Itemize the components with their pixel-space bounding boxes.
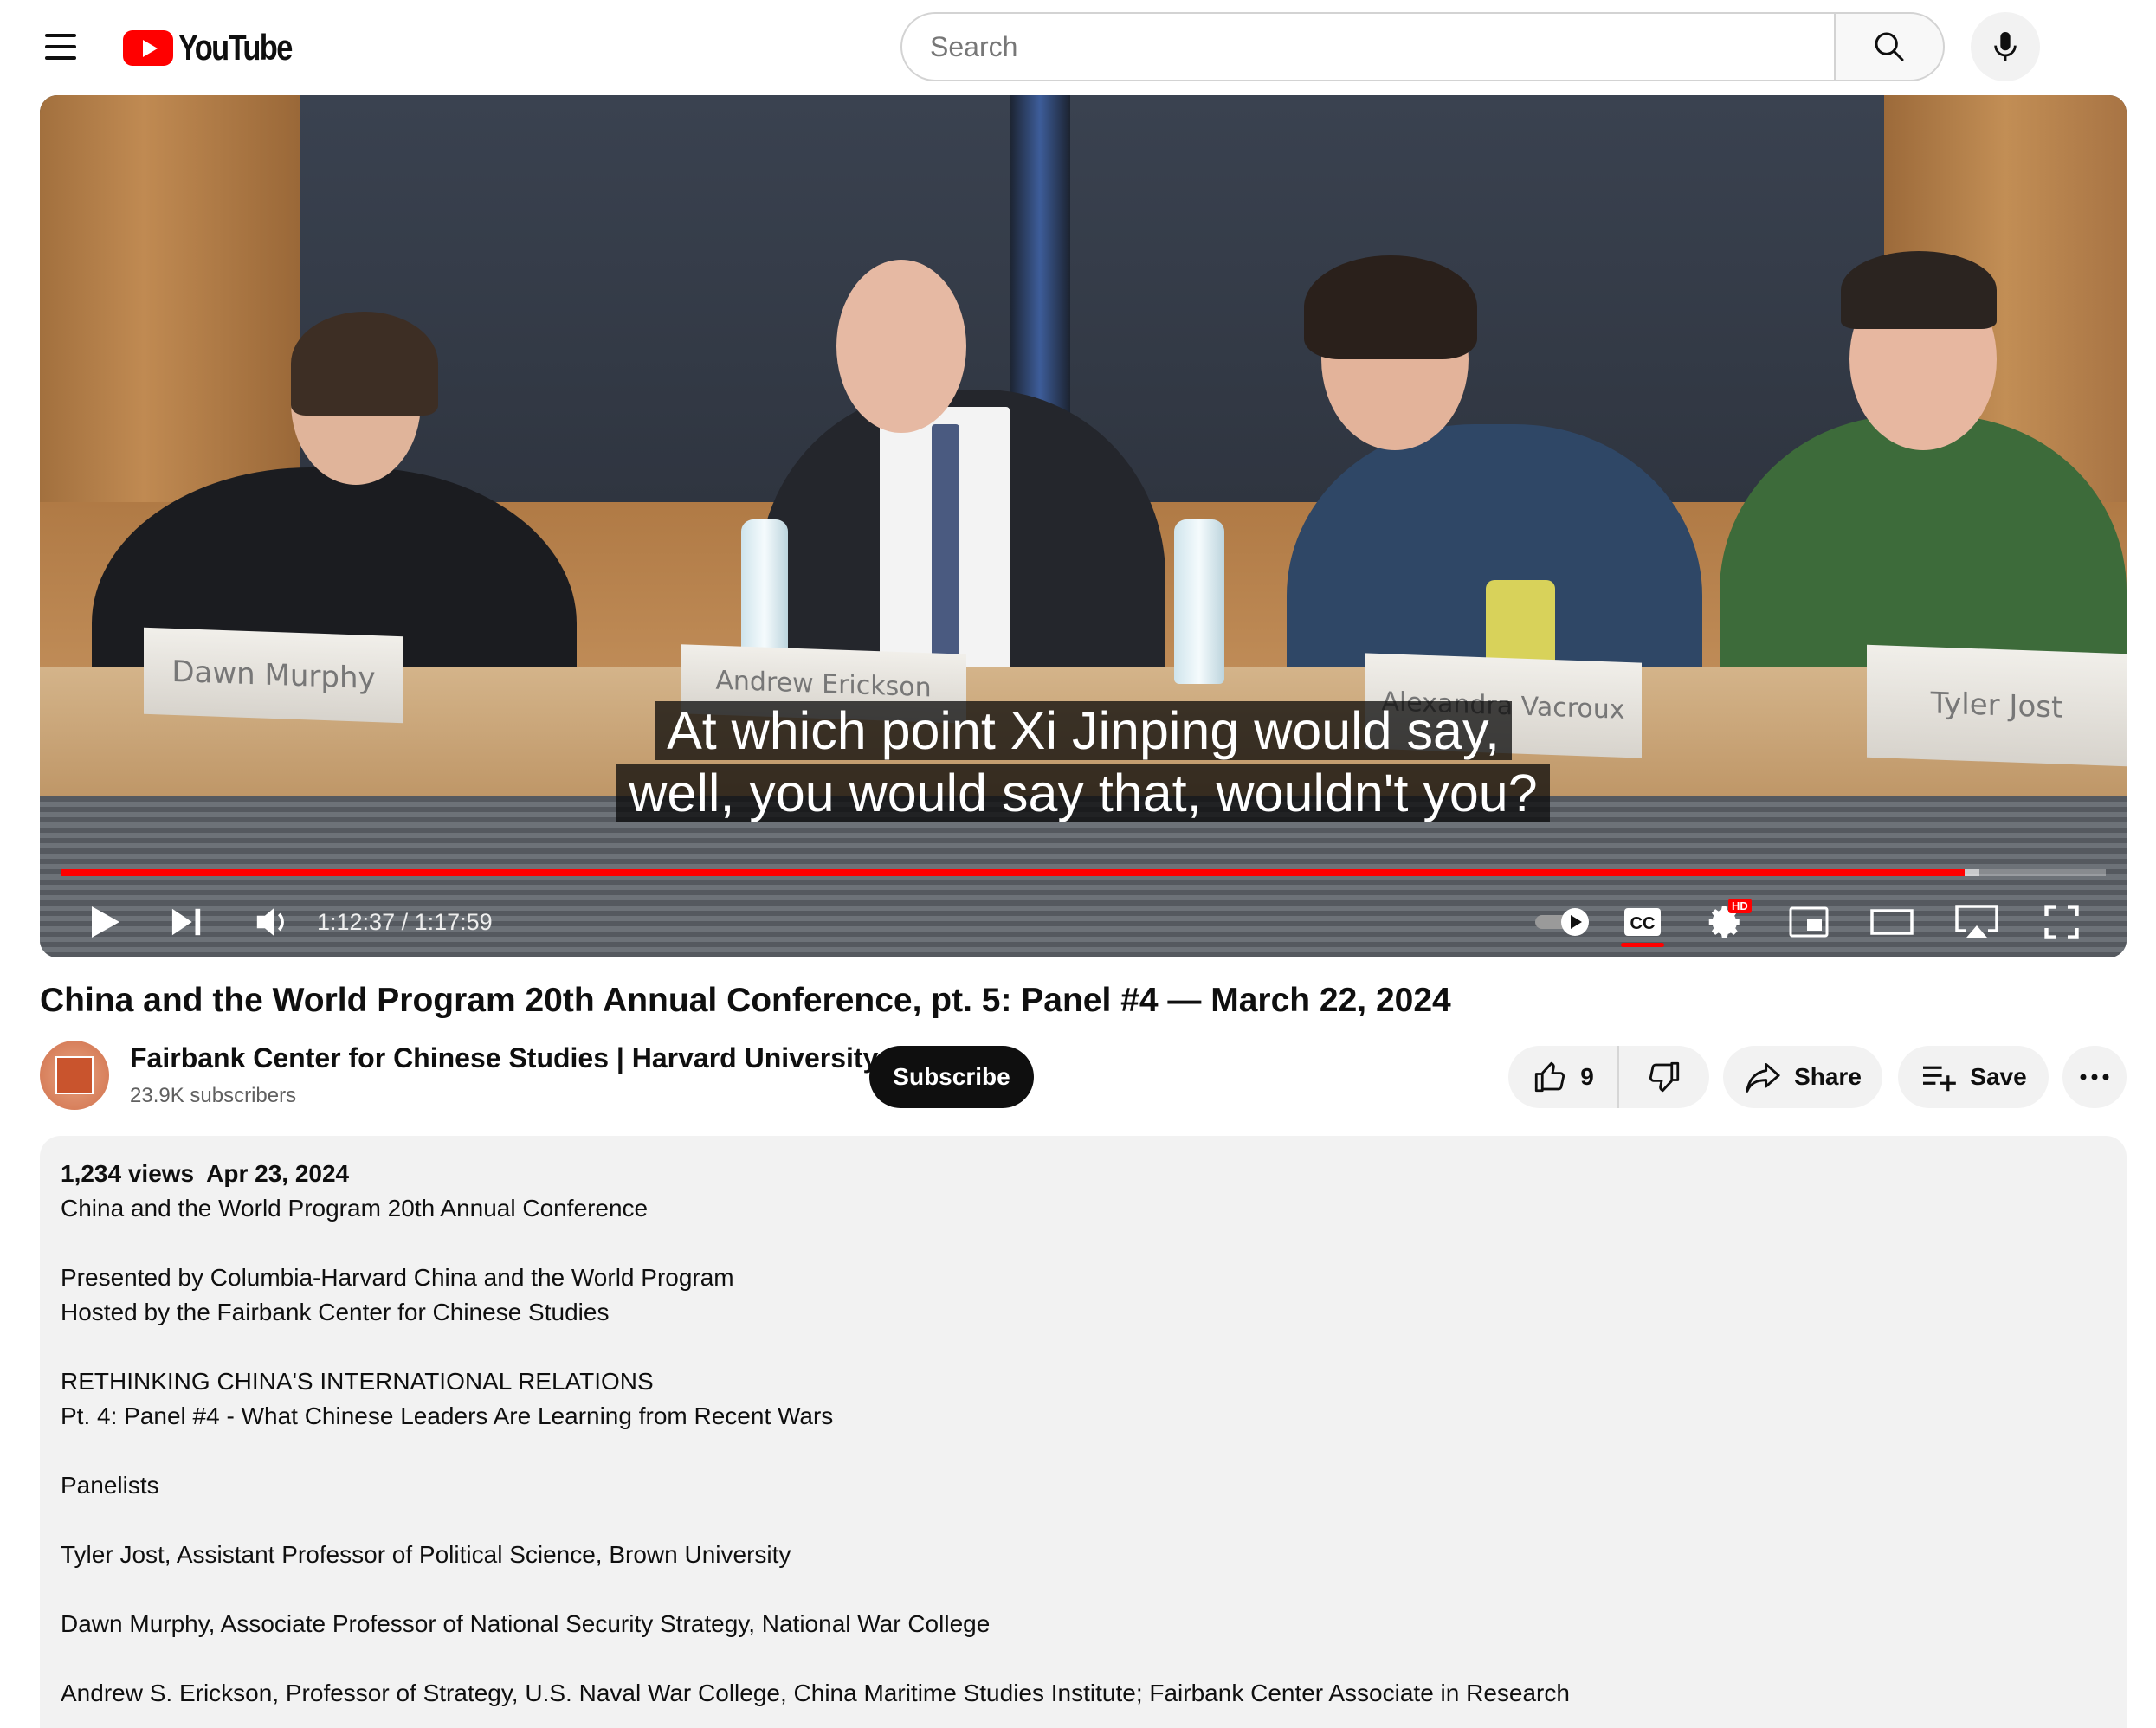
progress-bar[interactable] <box>61 869 2106 876</box>
description-line: Dawn Murphy, Associate Professor of Nati… <box>61 1610 991 1637</box>
volume-icon <box>256 907 284 937</box>
description-line: RETHINKING CHINA'S INTERNATIONAL RELATIO… <box>61 1368 654 1395</box>
cc-active-indicator <box>1621 943 1664 947</box>
save-button[interactable]: Save <box>1898 1046 2049 1108</box>
share-icon <box>1746 1063 1780 1093</box>
autoplay-toggle[interactable] <box>1527 892 1600 952</box>
settings-button[interactable]: HD <box>1697 892 1754 952</box>
fullscreen-button[interactable] <box>2033 892 2090 952</box>
share-button[interactable]: Share <box>1723 1046 1882 1108</box>
description-line: Presented by Columbia-Harvard China and … <box>61 1264 734 1291</box>
miniplayer-icon <box>1789 906 1829 938</box>
menu-icon[interactable] <box>35 24 87 69</box>
description-line <box>61 1330 2106 1364</box>
top-bar: YouTube <box>0 0 2156 95</box>
description-line: Pt. 4: Panel #4 - What Chinese Leaders A… <box>61 1402 834 1429</box>
description-text: China and the World Program 20th Annual … <box>61 1191 2106 1711</box>
next-button[interactable] <box>159 892 215 952</box>
description-line <box>61 1226 2106 1261</box>
search-button[interactable] <box>1834 12 1945 81</box>
share-label: Share <box>1794 1063 1862 1090</box>
play-button[interactable] <box>78 892 133 952</box>
subtitles-button[interactable]: CC <box>1614 892 1671 952</box>
description-line <box>61 1434 2106 1468</box>
thumbs-down-icon <box>1649 1061 1680 1093</box>
like-button[interactable]: 9 <box>1508 1046 1619 1108</box>
volume-button[interactable] <box>242 892 303 952</box>
description-line <box>61 1503 2106 1538</box>
upload-date: Apr 23, 2024 <box>206 1160 350 1187</box>
description-meta: 1,234 views Apr 23, 2024 <box>61 1157 2106 1191</box>
description-line <box>61 1572 2106 1607</box>
video-title: China and the World Program 20th Annual … <box>40 982 1451 1019</box>
search-input[interactable] <box>900 12 1834 81</box>
channel-name[interactable]: Fairbank Center for Chinese Studies | Ha… <box>130 1042 878 1074</box>
channel-logo-icon <box>55 1056 94 1094</box>
description-line: Panelists <box>61 1472 159 1499</box>
save-label: Save <box>1970 1063 2027 1090</box>
youtube-play-logo-icon <box>123 29 173 66</box>
description-line: Hosted by the Fairbank Center for Chines… <box>61 1299 610 1325</box>
subscriber-count: 23.9K subscribers <box>130 1084 297 1107</box>
dislike-button[interactable] <box>1619 1046 1709 1108</box>
play-icon <box>92 906 119 938</box>
time-display: 1:12:37 / 1:17:59 <box>317 909 493 935</box>
logo-text: YouTube <box>178 27 293 68</box>
progress-played <box>61 869 1966 876</box>
subtitle-caption: At which point Xi Jinping would say, wel… <box>40 701 2127 822</box>
microphone-icon <box>1994 32 2017 61</box>
closed-captions-icon: CC <box>1624 908 1661 936</box>
caption-line-1: At which point Xi Jinping would say, <box>655 701 1512 760</box>
description-line: Tyler Jost, Assistant Professor of Polit… <box>61 1541 791 1568</box>
description-line: China and the World Program 20th Annual … <box>61 1195 649 1222</box>
like-dislike-group: 9 <box>1508 1046 1709 1108</box>
airplay-button[interactable] <box>1946 892 2007 952</box>
like-count: 9 <box>1580 1063 1594 1090</box>
video-player[interactable]: Dawn Murphy Andrew Erickson Alexandra Va… <box>40 95 2127 957</box>
hd-badge: HD <box>1728 899 1752 913</box>
more-actions-button[interactable] <box>2062 1046 2127 1108</box>
description-line: Andrew S. Erickson, Professor of Strateg… <box>61 1680 1570 1706</box>
voice-search-button[interactable] <box>1971 12 2040 81</box>
channel-avatar[interactable] <box>40 1041 109 1110</box>
youtube-logo[interactable]: YouTube <box>123 26 316 69</box>
cc-label: CC <box>1630 914 1656 933</box>
video-frame: Dawn Murphy Andrew Erickson Alexandra Va… <box>40 95 2127 957</box>
more-horizontal-icon <box>2080 1074 2109 1080</box>
next-icon <box>171 908 201 936</box>
search-icon <box>1875 32 1904 61</box>
theater-mode-button[interactable] <box>1863 892 1920 952</box>
fullscreen-icon <box>2044 905 2079 939</box>
miniplayer-button[interactable] <box>1780 892 1837 952</box>
autoplay-toggle-icon <box>1535 908 1589 936</box>
description-box[interactable]: 1,234 views Apr 23, 2024 China and the Wo… <box>40 1136 2127 1728</box>
search-bar <box>900 12 1945 81</box>
theater-mode-icon <box>1870 909 1914 935</box>
description-line <box>61 1641 2106 1676</box>
subscribe-button[interactable]: Subscribe <box>869 1046 1034 1108</box>
thumbs-up-icon <box>1535 1061 1565 1093</box>
player-controls: 1:12:37 / 1:17:59 CC HD <box>40 892 2127 952</box>
add-to-playlist-icon <box>1923 1066 1957 1092</box>
caption-line-2: well, you would say that, wouldn't you? <box>616 764 1550 822</box>
airplay-icon <box>1955 905 1998 938</box>
view-count: 1,234 views <box>61 1160 195 1187</box>
